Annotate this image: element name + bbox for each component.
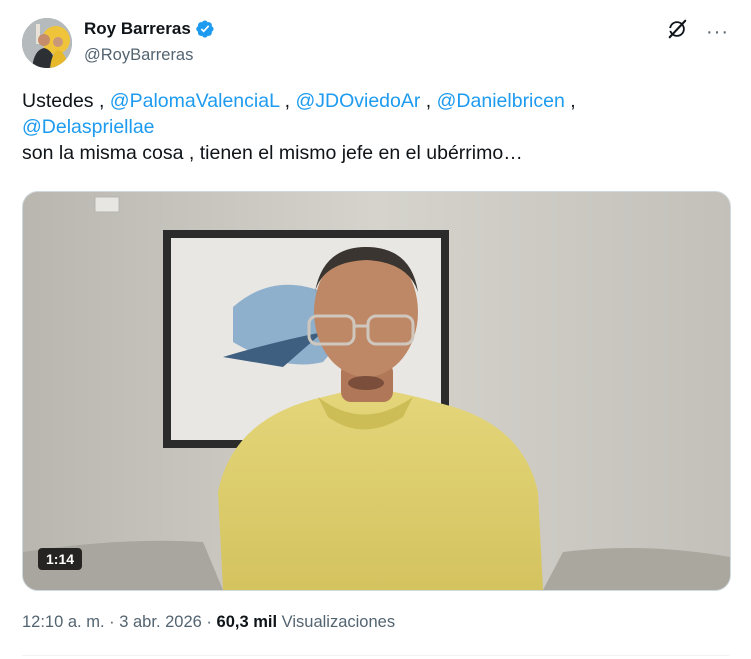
tweet-text-line-3: son la misma cosa , tienen el mismo jefe… [22,142,523,164]
mention-separator: , [564,90,576,112]
tweet-time[interactable]: 12:10 a. m. [22,613,105,631]
views-label: Visualizaciones [281,613,396,631]
tweet-metadata: 12:10 a. m. · 3 abr. 2026 · 60,3 mil Vis… [22,613,395,632]
mention-separator: , [420,90,437,112]
tweet-text-line-1: Ustedes , @PalomaValenciaL , @JDOviedoAr… [22,88,722,114]
tweet-text-line-2: @Delaspriellae [22,114,722,140]
mention-link[interactable]: @Danielbricen [437,90,565,112]
tweet-date[interactable]: 3 abr. 2026 [119,613,202,631]
divider [22,655,729,656]
meta-separator: · [206,613,212,631]
meta-separator: · [109,613,115,631]
grok-icon[interactable] [666,18,688,45]
video-player[interactable]: 1:14 [22,191,731,591]
verified-badge-icon [195,19,215,39]
video-duration: 1:14 [38,548,83,570]
avatar[interactable] [22,18,72,68]
tweet-text: Ustedes , @PalomaValenciaL , @JDOviedoAr… [22,88,722,166]
more-icon[interactable]: ··· [706,22,729,42]
mention-link[interactable]: @PalomaValenciaL [110,90,279,112]
video-thumbnail [23,192,730,590]
tweet-text-start: Ustedes , [22,90,105,112]
views-count: 60,3 mil [216,613,278,631]
author-handle[interactable]: @RoyBarreras [84,46,193,65]
mention-separator: , [279,90,296,112]
mention-link[interactable]: @JDOviedoAr [295,90,420,112]
mention-link[interactable]: @Delaspriellae [22,116,155,138]
tweet-top-actions: ··· [666,18,729,45]
avatar-image [22,18,72,68]
author-display-name[interactable]: Roy Barreras [84,19,191,39]
author-name-row: Roy Barreras [84,19,215,39]
